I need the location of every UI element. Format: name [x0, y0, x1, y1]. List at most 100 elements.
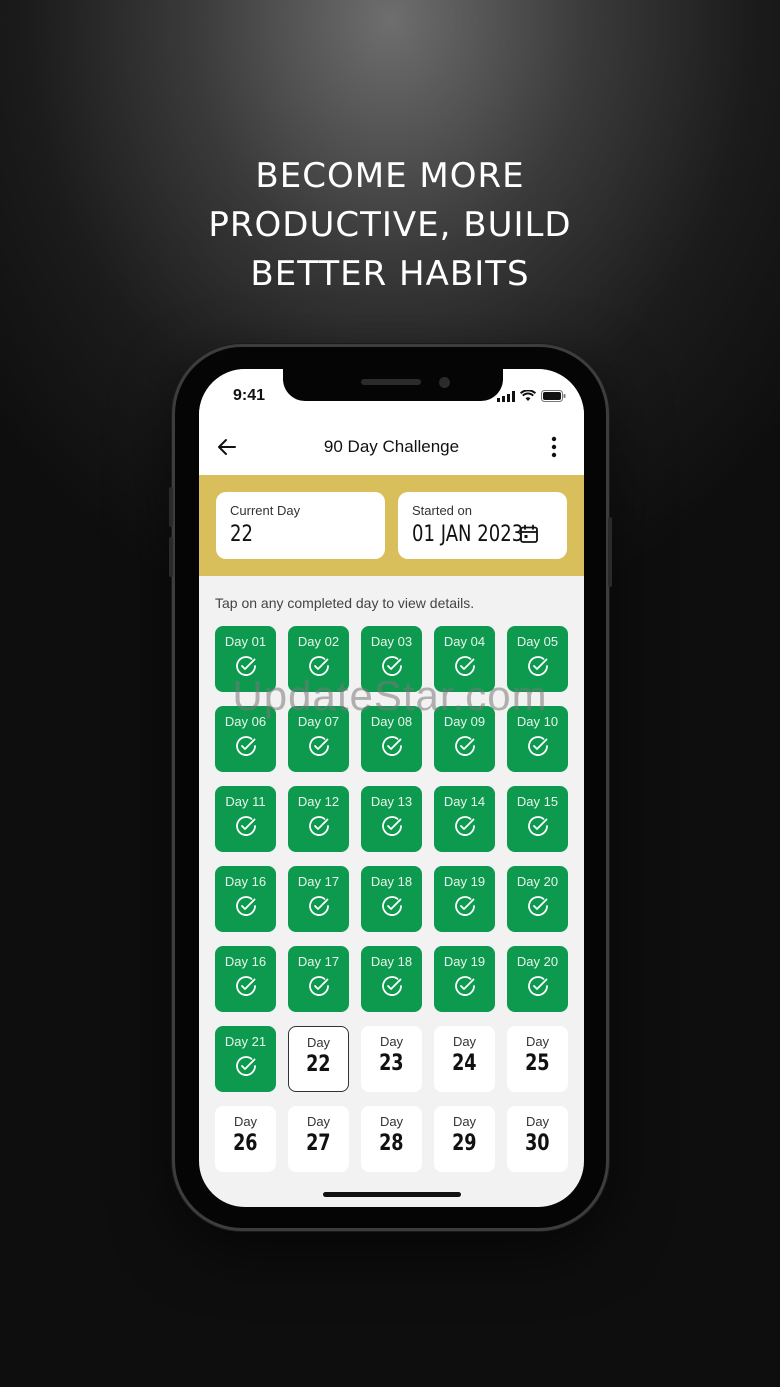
day-grid: Day 01 Day 02 Day 03 Day 04 Day 05 Day 06 Day …: [215, 626, 568, 1172]
day-tile[interactable]: Day 20: [507, 946, 568, 1012]
day-tile[interactable]: Day 19: [434, 866, 495, 932]
day-label: Day 12: [297, 794, 340, 809]
day-tile[interactable]: Day 09: [434, 706, 495, 772]
day-tile[interactable]: Day 30: [507, 1106, 568, 1172]
check-circle-icon: [381, 656, 402, 676]
started-on-card[interactable]: Started on 01 JAN 2023: [398, 492, 567, 559]
more-vert-icon[interactable]: [544, 435, 564, 459]
check-circle-icon: [527, 896, 548, 916]
headline-line-1: BECOME MORE: [255, 156, 525, 196]
check-circle-icon: [235, 896, 256, 916]
day-tile[interactable]: Day 20: [507, 866, 568, 932]
check-circle-icon: [454, 816, 475, 836]
day-tile[interactable]: Day 01: [215, 626, 276, 692]
current-day-card: Current Day 22: [216, 492, 385, 559]
day-label: Day: [525, 1114, 550, 1129]
check-circle-icon: [454, 976, 475, 996]
day-tile[interactable]: Day 16: [215, 946, 276, 1012]
day-label: Day: [379, 1034, 404, 1049]
day-label: Day 02: [297, 634, 340, 649]
phone-frame: 9:41 90 Day Challenge Current Day 22 Sta…: [169, 344, 612, 1231]
day-tile[interactable]: Day 24: [434, 1026, 495, 1092]
check-circle-icon: [454, 736, 475, 756]
day-tile[interactable]: Day 15: [507, 786, 568, 852]
check-circle-icon: [454, 896, 475, 916]
day-label: Day 15: [516, 794, 559, 809]
day-tile[interactable]: Day 28: [361, 1106, 422, 1172]
day-number: 30: [525, 1131, 550, 1156]
day-tile[interactable]: Day 19: [434, 946, 495, 1012]
day-number: 23: [379, 1051, 404, 1076]
check-circle-icon: [527, 656, 548, 676]
day-label: Day 05: [516, 634, 559, 649]
status-time: 9:41: [233, 387, 266, 404]
check-circle-icon: [381, 816, 402, 836]
camera: [439, 377, 450, 388]
check-circle-icon: [235, 816, 256, 836]
day-tile[interactable]: Day 16: [215, 866, 276, 932]
day-tile[interactable]: Day 21: [215, 1026, 276, 1092]
day-label: Day 18: [370, 954, 413, 969]
day-tile[interactable]: Day 18: [361, 946, 422, 1012]
home-indicator[interactable]: [323, 1192, 461, 1197]
day-tile[interactable]: Day 02: [288, 626, 349, 692]
day-tile[interactable]: Day 13: [361, 786, 422, 852]
day-tile[interactable]: Day 12: [288, 786, 349, 852]
headline-line-2: PRODUCTIVE, BUILD: [208, 205, 572, 245]
day-tile[interactable]: Day 03: [361, 626, 422, 692]
day-tile[interactable]: Day 26: [215, 1106, 276, 1172]
day-label: Day 19: [443, 874, 486, 889]
check-circle-icon: [308, 656, 329, 676]
day-tile[interactable]: Day 05: [507, 626, 568, 692]
check-circle-icon: [527, 736, 548, 756]
current-day-label: Current Day: [230, 503, 301, 518]
day-label: Day 19: [443, 954, 486, 969]
day-label: Day: [306, 1035, 331, 1050]
signal-icon: [497, 390, 515, 402]
day-label: Day 04: [443, 634, 486, 649]
day-tile[interactable]: Day 22: [288, 1026, 349, 1092]
check-circle-icon: [235, 656, 256, 676]
day-label: Day 20: [516, 874, 559, 889]
day-number: 24: [452, 1051, 477, 1076]
volume-down-button: [169, 537, 173, 577]
day-number: 26: [233, 1131, 258, 1156]
day-tile[interactable]: Day 17: [288, 946, 349, 1012]
current-day-value: 22: [230, 522, 253, 547]
check-circle-icon: [308, 896, 329, 916]
day-tile[interactable]: Day 23: [361, 1026, 422, 1092]
check-circle-icon: [235, 976, 256, 996]
phone-screen: 9:41 90 Day Challenge Current Day 22 Sta…: [199, 369, 584, 1207]
day-label: Day 13: [370, 794, 413, 809]
day-label: Day 01: [224, 634, 267, 649]
day-tile[interactable]: Day 10: [507, 706, 568, 772]
day-tile[interactable]: Day 11: [215, 786, 276, 852]
day-number: 29: [452, 1131, 477, 1156]
day-number: 27: [306, 1131, 331, 1156]
power-button: [608, 517, 612, 587]
battery-icon: [541, 390, 566, 402]
day-tile[interactable]: Day 25: [507, 1026, 568, 1092]
day-tile[interactable]: Day 07: [288, 706, 349, 772]
wifi-icon: [520, 390, 536, 401]
check-circle-icon: [235, 736, 256, 756]
day-tile[interactable]: Day 04: [434, 626, 495, 692]
day-tile[interactable]: Day 17: [288, 866, 349, 932]
hint-text: Tap on any completed day to view details…: [215, 595, 475, 611]
day-tile[interactable]: Day 27: [288, 1106, 349, 1172]
check-circle-icon: [235, 1056, 256, 1076]
day-tile[interactable]: Day 29: [434, 1106, 495, 1172]
calendar-icon[interactable]: [519, 524, 539, 544]
check-circle-icon: [381, 896, 402, 916]
started-on-label: Started on: [412, 503, 472, 518]
day-label: Day 20: [516, 954, 559, 969]
day-number: 25: [525, 1051, 550, 1076]
day-tile[interactable]: Day 14: [434, 786, 495, 852]
day-tile[interactable]: Day 06: [215, 706, 276, 772]
notch: [283, 369, 503, 401]
day-tile[interactable]: Day 18: [361, 866, 422, 932]
day-label: Day 08: [370, 714, 413, 729]
check-circle-icon: [308, 816, 329, 836]
page-title: 90 Day Challenge: [323, 437, 460, 456]
day-tile[interactable]: Day 08: [361, 706, 422, 772]
